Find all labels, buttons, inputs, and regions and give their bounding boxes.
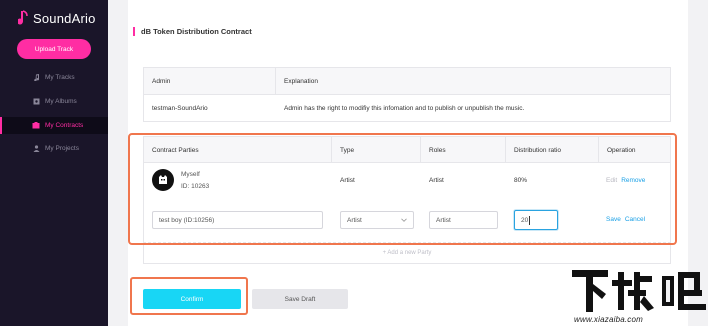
role-input[interactable]: Artist <box>429 211 498 229</box>
upload-track-button[interactable]: Upload Track <box>17 39 91 59</box>
chevron-down-icon <box>401 217 407 223</box>
column-header-type: Type <box>332 137 421 163</box>
type-select[interactable]: Artist <box>340 211 414 229</box>
table-row: testman-SoundArio Admin has the right to… <box>144 95 670 122</box>
app-name: SoundArio <box>33 10 96 26</box>
column-header-admin: Admin <box>144 68 276 94</box>
sidebar-item-label: My Albums <box>45 98 77 105</box>
sidebar: SoundArio Upload Track My Tracks My Albu… <box>0 0 108 326</box>
user-icon <box>32 145 40 153</box>
album-icon <box>32 98 40 106</box>
party-ratio: 80% <box>514 177 528 184</box>
party-id: ID: 10263 <box>181 183 210 190</box>
add-party-button[interactable]: + Add a new Party <box>143 242 671 264</box>
text-caret <box>529 215 531 225</box>
sidebar-item-my-contracts[interactable]: My Contracts <box>0 117 108 134</box>
ratio-input[interactable]: 20 <box>514 210 558 230</box>
sidebar-item-label: My Contracts <box>45 122 84 129</box>
sidebar-item-my-tracks[interactable]: My Tracks <box>0 69 108 86</box>
party-role: Artist <box>429 177 444 184</box>
save-link[interactable]: Save <box>606 216 621 223</box>
column-header-operation: Operation <box>607 146 636 154</box>
admin-table-header: Admin Explanation <box>144 68 670 95</box>
admin-name: testman-SoundArio <box>152 105 208 112</box>
party-input[interactable]: test boy (ID:10256) <box>152 211 323 229</box>
column-header-roles: Roles <box>421 137 506 163</box>
parties-table-header: Contract Parties Type Roles Distribution… <box>144 137 670 163</box>
avatar <box>152 169 174 191</box>
music-note-icon <box>32 74 40 82</box>
music-note-icon <box>18 10 30 26</box>
confirm-button[interactable]: Confirm <box>143 289 241 309</box>
watermark-url: www.xiazaiba.com <box>574 315 644 324</box>
column-header-explanation: Explanation <box>284 77 318 85</box>
watermark-logo <box>570 266 706 314</box>
party-type: Artist <box>340 177 355 184</box>
sidebar-item-my-projects[interactable]: My Projects <box>0 140 108 157</box>
title-accent-bar <box>133 26 135 36</box>
page-title: dB Token Distribution Contract <box>133 25 252 37</box>
remove-link[interactable]: Remove <box>621 177 645 184</box>
admin-explanation: Admin has the right to modifiy this info… <box>284 105 525 112</box>
edit-link[interactable]: Edit <box>606 177 617 184</box>
sidebar-item-label: My Tracks <box>45 74 75 81</box>
save-draft-button[interactable]: Save Draft <box>252 289 348 309</box>
cancel-link[interactable]: Cancel <box>625 216 645 223</box>
sidebar-item-my-albums[interactable]: My Albums <box>0 93 108 110</box>
sidebar-item-label: My Projects <box>45 145 79 152</box>
app-logo[interactable]: SoundArio <box>18 8 96 28</box>
party-name: Myself <box>181 171 200 178</box>
admin-table: Admin Explanation testman-SoundArio Admi… <box>143 67 671 122</box>
column-header-contract-parties: Contract Parties <box>144 137 332 163</box>
column-header-distribution-ratio: Distribution ratio <box>506 137 599 163</box>
contract-icon <box>32 122 40 130</box>
